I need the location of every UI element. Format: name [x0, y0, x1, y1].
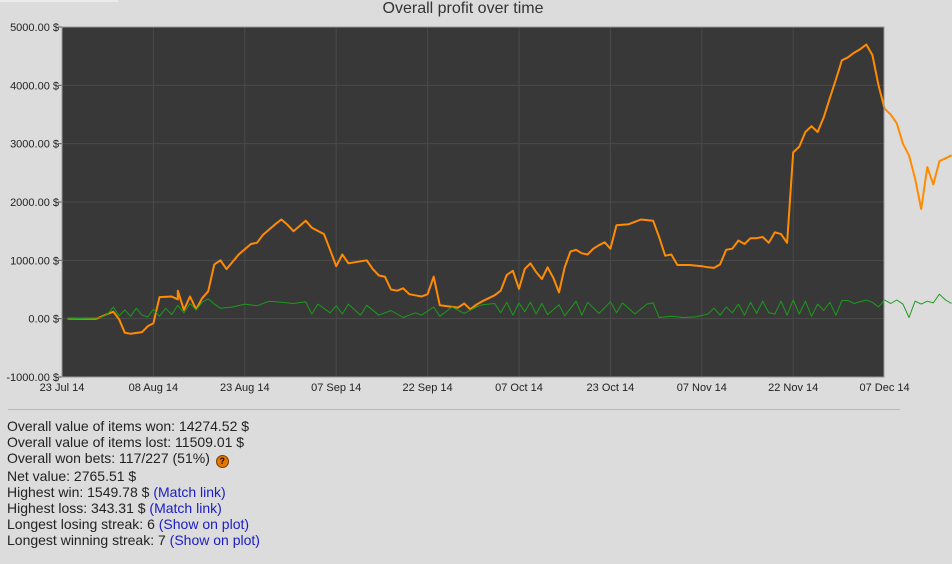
net-value-stat: Net value: 2765.51 $ — [7, 468, 137, 484]
winning-streak-show-link[interactable]: (Show on plot) — [170, 532, 260, 548]
highest-win-text: Highest win: 1549.78 $ — [7, 484, 154, 500]
items-lost-stat: Overall value of items lost: 11509.01 $ — [7, 434, 245, 450]
x-tick-label: 23 Oct 14 — [587, 382, 635, 394]
won-bets-text: Overall won bets: 117/227 (51%) — [7, 450, 210, 466]
x-tick-label: 07 Nov 14 — [677, 382, 727, 394]
highest-loss-match-link[interactable]: (Match link) — [149, 500, 221, 516]
profit-chart: 23 Jul 14 08 Aug 14 23 Aug 14 07 Sep 14 22 S… — [6, 22, 952, 394]
y-tick-label: 0.00 $ — [28, 314, 59, 326]
x-tick-label: 07 Sep 14 — [311, 382, 361, 394]
y-tick-label: 4000.00 $ — [10, 80, 59, 92]
y-tick-label: -1000.00 $ — [6, 372, 59, 384]
x-tick-label: 07 Dec 14 — [860, 382, 910, 394]
x-tick-label: 08 Aug 14 — [129, 382, 179, 394]
highest-win-stat: Highest win: 1549.78 $ (Match link) — [7, 484, 260, 500]
x-tick-label: 22 Sep 14 — [403, 382, 453, 394]
losing-streak-stat: Longest losing streak: 6 (Show on plot) — [7, 516, 260, 532]
won-bets-stat: Overall won bets: 117/227 (51%) ? — [7, 450, 260, 468]
y-tick-label: 5000.00 $ — [10, 22, 59, 34]
x-tick-label: 07 Oct 14 — [495, 382, 543, 394]
y-tick-label: 3000.00 $ — [10, 139, 59, 151]
x-tick-label: 23 Aug 14 — [220, 382, 270, 394]
items-won-stat: Overall value of items won: 14274.52 $ — [7, 418, 250, 434]
help-icon[interactable]: ? — [215, 455, 229, 468]
losing-streak-text: Longest losing streak: 6 — [7, 516, 159, 532]
winning-streak-text: Longest winning streak: 7 — [7, 532, 170, 548]
x-tick-label: 22 Nov 14 — [768, 382, 818, 394]
stats-panel: Overall value of items won: 14274.52 $ O… — [7, 418, 260, 548]
highest-loss-text: Highest loss: 343.31 $ — [7, 500, 150, 516]
losing-streak-show-link[interactable]: (Show on plot) — [159, 516, 249, 532]
highest-win-match-link[interactable]: (Match link) — [153, 484, 225, 500]
divider — [8, 409, 900, 410]
y-tick-label: 2000.00 $ — [10, 197, 59, 209]
winning-streak-stat: Longest winning streak: 7 (Show on plot) — [7, 532, 260, 548]
y-tick-label: 1000.00 $ — [10, 255, 59, 267]
highest-loss-stat: Highest loss: 343.31 $ (Match link) — [7, 500, 260, 516]
